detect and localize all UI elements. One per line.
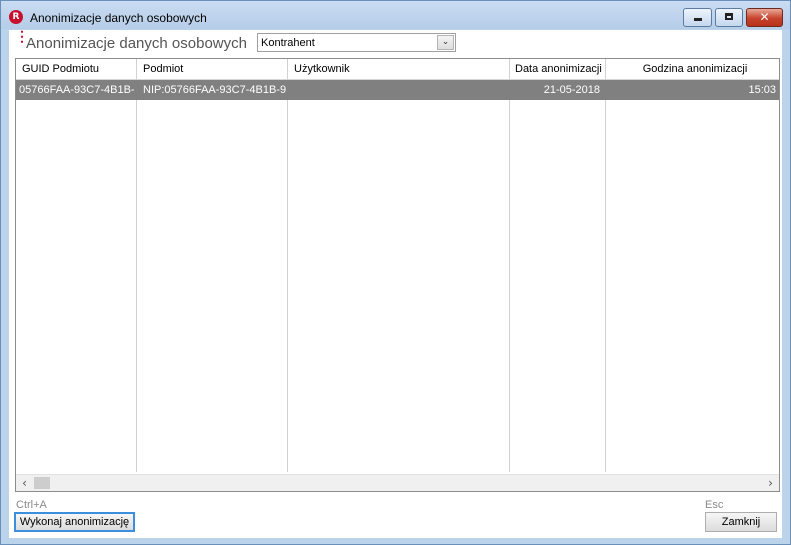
- column-divider: [136, 59, 137, 472]
- type-filter-value: Kontrahent: [261, 37, 315, 49]
- dialog-client-area: ⋮ Anonimizacje danych osobowych Kontrahe…: [9, 29, 782, 538]
- cell-data: 21-05-2018: [543, 84, 600, 96]
- table-row[interactable]: 05766FAA-93C7-4B1B-9 NIP:05766FAA-93C7-4…: [16, 80, 779, 100]
- maximize-icon: [725, 13, 733, 20]
- anonymize-shortcut-hint: Ctrl+A: [16, 499, 47, 511]
- close-button[interactable]: ✕: [746, 8, 783, 27]
- title-bar[interactable]: R Anonimizacje danych osobowych ✕: [1, 1, 790, 29]
- column-header-podmiot[interactable]: Podmiot: [143, 59, 289, 79]
- anonymization-table: GUID Podmiotu Podmiot Użytkownik Data an…: [15, 58, 780, 492]
- scroll-left-icon[interactable]: ‹: [16, 475, 33, 491]
- scrollbar-thumb[interactable]: [34, 477, 50, 489]
- column-divider: [509, 59, 510, 472]
- horizontal-scrollbar[interactable]: ‹ ›: [16, 474, 779, 491]
- close-shortcut-hint: Esc: [705, 499, 724, 511]
- minimize-icon: [694, 18, 702, 21]
- scroll-right-icon[interactable]: ›: [762, 475, 779, 491]
- close-dialog-button[interactable]: Zamknij: [705, 512, 777, 532]
- chevron-down-icon[interactable]: ⌄: [437, 35, 454, 50]
- maximize-button[interactable]: [715, 8, 743, 27]
- type-filter-select[interactable]: Kontrahent ⌄: [257, 33, 456, 52]
- execute-anonymization-button[interactable]: Wykonaj anonimizację: [14, 512, 135, 532]
- table-header: GUID Podmiotu Podmiot Użytkownik Data an…: [16, 59, 779, 80]
- column-header-godzina[interactable]: Godzina anonimizacji: [611, 59, 779, 79]
- column-header-uzytkownik[interactable]: Użytkownik: [294, 59, 509, 79]
- close-icon: ✕: [759, 10, 770, 24]
- column-divider: [605, 59, 606, 472]
- app-logo-icon: R: [9, 10, 23, 24]
- drag-handle-icon[interactable]: ⋮: [15, 29, 29, 43]
- column-header-guid[interactable]: GUID Podmiotu: [22, 59, 138, 79]
- cell-guid: 05766FAA-93C7-4B1B-9: [19, 84, 135, 96]
- column-header-data[interactable]: Data anonimizacji: [515, 59, 607, 79]
- window-title: Anonimizacje danych osobowych: [30, 11, 207, 25]
- page-title: Anonimizacje danych osobowych: [26, 35, 247, 52]
- cell-uzytkownik: [294, 80, 508, 100]
- cell-godzina: 15:03: [748, 84, 776, 96]
- minimize-button[interactable]: [683, 8, 712, 27]
- cell-podmiot: NIP:05766FAA-93C7-4B1B-9E: [143, 84, 287, 96]
- dialog-window: R Anonimizacje danych osobowych ✕ ⋮ Anon…: [0, 0, 791, 545]
- column-divider: [287, 59, 288, 472]
